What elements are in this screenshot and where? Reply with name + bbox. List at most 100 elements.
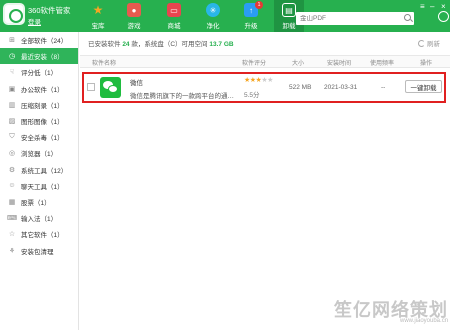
sidebar-item-stock[interactable]: ▦ 股票（1）	[0, 194, 78, 210]
install-summary: 已安装软件 24 款，系统盘（C）可用空间 13.7 GB	[88, 38, 234, 48]
nav-label: 宝库	[91, 23, 105, 30]
close-icon[interactable]: ×	[441, 2, 446, 11]
app-description: 微信是腾讯旗下的一款跨平台的通讯工具	[130, 93, 238, 100]
search-box[interactable]	[296, 12, 414, 25]
upgrade-badge: 1	[255, 1, 263, 9]
sidebar-item-label: 安全杀毒（1）	[21, 135, 64, 143]
nav-label: 净化	[206, 23, 220, 30]
sidebar-item-label: 压缩刻录（1）	[21, 102, 64, 110]
sidebar-item-security[interactable]: ⛉ 安全杀毒（1）	[0, 129, 78, 145]
star-icon: ★	[92, 3, 104, 17]
rating-score: 5.5分	[244, 92, 260, 99]
sidebar-item-chat[interactable]: ☺ 聊天工具（1）	[0, 178, 78, 194]
sidebar-item-low-score[interactable]: ☟ 评分低（1）	[0, 64, 78, 80]
nav-tab-upgrade[interactable]: ↑ 1 升级	[236, 0, 266, 32]
user-icon[interactable]	[438, 11, 449, 22]
clock-icon: ◷	[8, 53, 16, 61]
image-icon: ▨	[8, 118, 16, 126]
category-sidebar: ⊞ 全部软件（24） ◷ 最近安装（8） ☟ 评分低（1） ▣ 办公软件（1） ▥ 压缩刻…	[0, 32, 79, 330]
nav-tab-shop[interactable]: ▭ 商城	[159, 0, 189, 32]
stars-empty: ★★	[261, 77, 273, 84]
wechat-icon	[100, 77, 121, 98]
column-header-install-time: 安装时间	[327, 61, 352, 67]
tools-icon: ⚙	[8, 166, 16, 174]
browser-icon: ◎	[8, 150, 16, 158]
uninstall-button[interactable]: 一键卸载	[405, 80, 442, 93]
nav-label: 商城	[167, 23, 181, 30]
menu-icon[interactable]: ≡	[420, 2, 425, 11]
sidebar-item-label: 系统工具（12）	[21, 167, 68, 175]
row-checkbox[interactable]	[87, 83, 95, 91]
grid-icon: ⊞	[9, 37, 15, 45]
archive-icon: ▥	[8, 101, 16, 109]
column-header-name: 软件名称	[92, 61, 117, 67]
sidebar-item-label: 评分低（1）	[21, 70, 58, 78]
office-icon: ▣	[8, 85, 16, 93]
sidebar-item-other[interactable]: ☆ 其它软件（1）	[0, 226, 78, 242]
top-bar: 360软件管家 登录 ★ 宝库 ● 游戏 ▭ 商城 ✳ 净化 ↑ 1 升级 ▤ …	[0, 0, 450, 32]
nav-tab-games[interactable]: ● 游戏	[119, 0, 149, 32]
sidebar-item-label: 其它软件（1）	[21, 232, 64, 240]
sidebar-item-input-method[interactable]: ⌨ 输入法（1）	[0, 210, 78, 226]
column-header-size: 大小	[292, 61, 305, 67]
nav-tab-clean[interactable]: ✳ 净化	[198, 0, 228, 32]
package-icon: ⚘	[8, 247, 16, 255]
shop-icon: ▭	[167, 3, 181, 17]
sidebar-item-label: 全部软件（24）	[21, 38, 68, 46]
upgrade-icon: ↑ 1	[244, 1, 263, 17]
sidebar-item-label: 安装包清理	[21, 248, 54, 256]
sidebar-item-label: 图形图像（1）	[21, 119, 64, 127]
sidebar-item-label: 浏览器（1）	[21, 151, 58, 159]
column-header-score: 软件评分	[242, 61, 267, 67]
column-header-frequency: 使用频率	[370, 61, 395, 67]
usage-frequency: --	[381, 84, 386, 91]
install-date: 2021-03-31	[324, 84, 358, 91]
stock-icon: ▦	[8, 198, 16, 206]
other-icon: ☆	[8, 231, 16, 239]
sidebar-item-label: 聊天工具（1）	[21, 183, 64, 191]
refresh-label: 刷新	[427, 41, 440, 48]
keyboard-icon: ⌨	[6, 215, 18, 223]
sidebar-item-browser[interactable]: ◎ 浏览器（1）	[0, 145, 78, 161]
refresh-icon	[418, 40, 425, 47]
table-header: 软件名称 软件评分 大小 安装时间 使用频率 操作	[80, 55, 450, 68]
nav-label: 游戏	[127, 23, 141, 30]
search-icon[interactable]	[404, 14, 411, 21]
stars-filled: ★★★	[244, 77, 262, 84]
rating-stars: ★★★★★	[244, 76, 273, 84]
minimize-icon[interactable]: –	[430, 2, 434, 11]
column-header-action: 操作	[420, 61, 433, 67]
thumb-down-icon: ☟	[9, 69, 15, 77]
sidebar-item-package-cleanup[interactable]: ⚘ 安装包清理	[0, 242, 78, 258]
sidebar-item-label: 输入法（1）	[21, 216, 58, 224]
sidebar-item-label: 办公软件（1）	[21, 86, 64, 94]
nav-label: 卸载	[282, 23, 296, 30]
main-panel: 已安装软件 24 款，系统盘（C）可用空间 13.7 GB 刷新 软件名称 软件…	[80, 32, 450, 330]
sidebar-item-all[interactable]: ⊞ 全部软件（24）	[0, 32, 78, 48]
app-logo-icon	[3, 3, 25, 25]
nav-tab-treasure[interactable]: ★ 宝库	[83, 0, 113, 32]
summary-count: 24	[122, 41, 130, 48]
watermark-url: www.jiaoyouba.cn	[400, 318, 449, 324]
login-link[interactable]: 登录	[28, 16, 41, 26]
trash-icon: ▤	[282, 3, 296, 17]
sidebar-item-label: 股票（1）	[21, 199, 51, 207]
summary-mid: 款，系统盘（C）可用空间	[131, 41, 208, 48]
gamepad-icon: ●	[127, 3, 141, 17]
chat-icon: ☺	[8, 182, 16, 190]
sidebar-item-system-tools[interactable]: ⚙ 系统工具（12）	[0, 162, 78, 178]
shield-icon: ⛉	[9, 133, 15, 141]
nav-label: 升级	[244, 23, 258, 30]
refresh-button[interactable]: 刷新	[418, 38, 440, 48]
table-row[interactable]: 微信 微信是腾讯旗下的一款跨平台的通讯工具 ★★★★★ 5.5分 522 MB …	[82, 72, 446, 103]
sidebar-item-label: 最近安装（8）	[21, 54, 64, 62]
sidebar-item-archive[interactable]: ▥ 压缩刻录（1）	[0, 97, 78, 113]
sidebar-item-graphics[interactable]: ▨ 图形图像（1）	[0, 113, 78, 129]
summary-space: 13.7 GB	[209, 41, 234, 48]
sidebar-item-office[interactable]: ▣ 办公软件（1）	[0, 81, 78, 97]
clean-icon: ✳	[206, 3, 220, 17]
summary-prefix: 已安装软件	[88, 41, 121, 48]
search-input[interactable]	[300, 15, 400, 22]
app-size: 522 MB	[289, 84, 312, 91]
sidebar-item-recent[interactable]: ◷ 最近安装（8）	[0, 48, 78, 65]
